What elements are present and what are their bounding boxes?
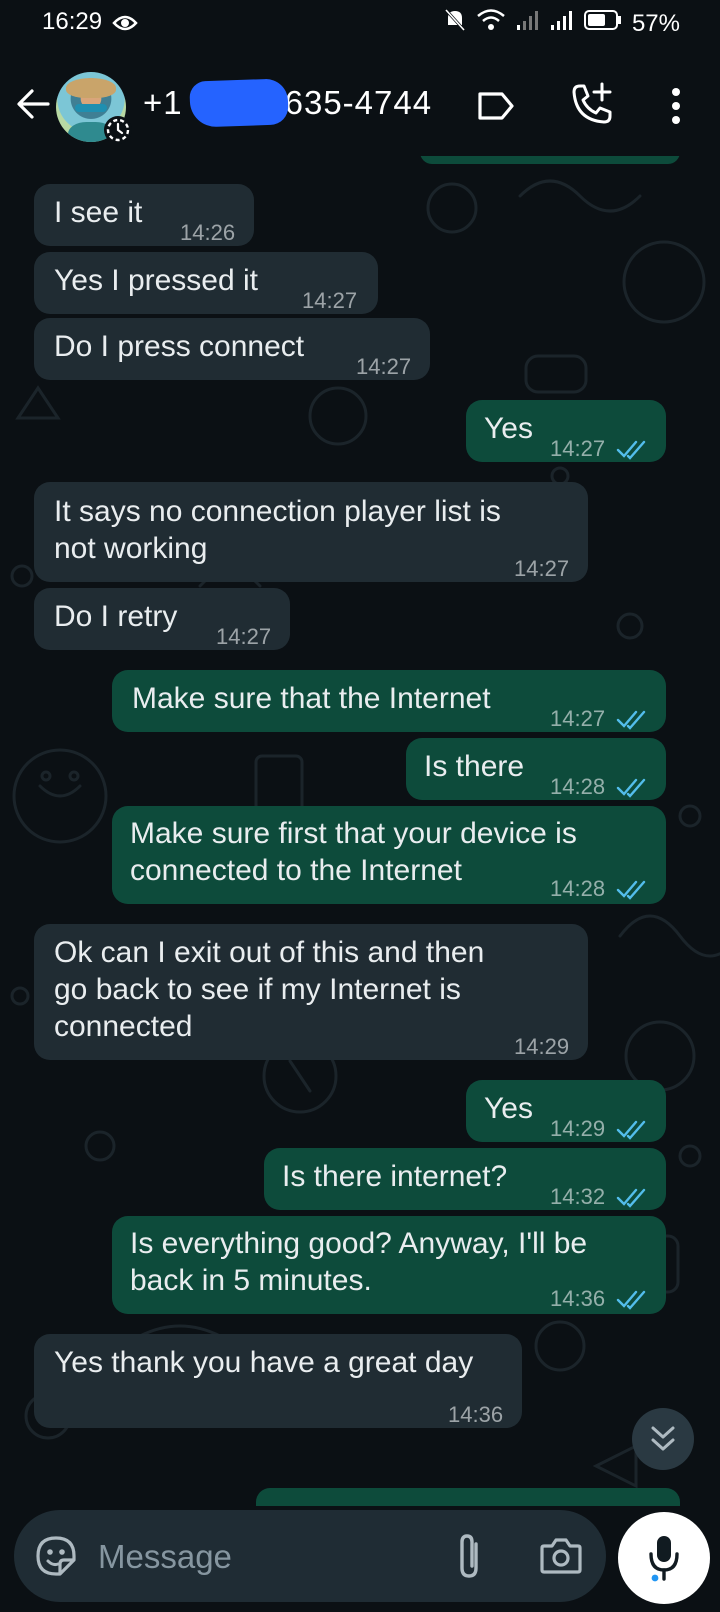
avatar-hat — [66, 78, 116, 98]
contact-number-suffix: 635-4744 — [284, 84, 433, 121]
message-time: 14:27 — [550, 706, 606, 731]
wifi-icon — [476, 9, 506, 38]
message-bubble-outgoing[interactable]: Yes 14:29 — [466, 1080, 666, 1142]
message-bubble-outgoing[interactable]: Make sure first that your device is conn… — [112, 806, 666, 904]
sticker-icon[interactable] — [34, 1534, 78, 1578]
message-text: Do I press connect — [54, 330, 305, 363]
signal-strong-icon — [550, 9, 574, 38]
message-time: 14:28 — [550, 774, 606, 799]
message-composer — [14, 1510, 606, 1602]
message-time: 14:27 — [356, 354, 412, 379]
message-text: Do I retry — [54, 600, 178, 633]
whatsapp-chat-screen: 16:29 57% +1 635-4744 I see it 14:26 Yes… — [0, 0, 720, 1612]
scroll-to-bottom-button[interactable] — [632, 1408, 694, 1470]
status-icons: 57% — [444, 8, 680, 39]
battery-icon — [583, 9, 622, 38]
message-text: Is there — [424, 750, 525, 783]
message-bubble-outgoing[interactable]: Yes 14:27 — [466, 400, 666, 462]
message-bubble-incoming[interactable]: Ok can I exit out of this and then go ba… — [34, 924, 588, 1060]
message-bubble-outgoing[interactable]: Make sure that the Internet 14:27 — [112, 670, 666, 732]
message-text: Yes thank you have a great day — [54, 1346, 474, 1379]
contact-number-prefix: +1 — [143, 84, 183, 121]
battery-percent: 57% — [631, 9, 680, 37]
message-bubble-incoming[interactable]: It says no connection player list is not… — [34, 482, 588, 582]
double-check-icon — [616, 432, 648, 460]
message-bubble-incoming[interactable]: Yes thank you have a great day 14:36 — [34, 1334, 522, 1428]
message-bubble-outgoing[interactable]: Is there 14:28 — [406, 738, 666, 800]
double-check-icon — [616, 770, 648, 798]
message-time: 14:26 — [180, 220, 236, 245]
double-check-icon — [616, 872, 648, 900]
message-time: 14:27 — [514, 556, 570, 581]
message-text: Yes — [484, 1092, 533, 1125]
message-time: 14:27 — [216, 624, 272, 649]
label-icon[interactable] — [476, 88, 516, 124]
mic-icon — [646, 1532, 682, 1584]
double-chevron-down-icon — [647, 1422, 679, 1461]
message-time: 14:32 — [550, 1184, 606, 1209]
message-bubble-incoming[interactable]: Do I press connect 14:27 — [34, 318, 430, 380]
message-time: 14:27 — [550, 436, 606, 461]
partial-outgoing-bubble-bottom — [256, 1488, 680, 1506]
message-time: 14:29 — [514, 1034, 570, 1059]
message-text: Make sure that the Internet — [132, 682, 491, 715]
double-check-icon — [616, 1112, 648, 1140]
message-time: 14:36 — [550, 1286, 606, 1311]
avatar-glasses — [75, 104, 107, 112]
redaction-mark — [189, 78, 289, 128]
message-bubble-incoming[interactable]: I see it 14:26 — [34, 184, 254, 246]
message-text: It says no connection player list is not… — [54, 495, 501, 565]
timer-icon — [104, 116, 132, 144]
eye-icon — [112, 12, 138, 40]
arrow-left-icon[interactable] — [14, 84, 54, 124]
message-input[interactable] — [96, 1532, 420, 1582]
message-time: 14:27 — [302, 288, 358, 313]
message-text: Make sure first that your device is conn… — [130, 817, 577, 887]
message-text: Ok can I exit out of this and then go ba… — [54, 936, 485, 1043]
message-bubble-outgoing[interactable]: Is there internet? 14:32 — [264, 1148, 666, 1210]
message-time: 14:36 — [448, 1402, 504, 1427]
message-bubble-incoming[interactable]: Do I retry 14:27 — [34, 588, 290, 650]
status-bar: 16:29 57% — [0, 0, 720, 50]
message-bubble-incoming[interactable]: Yes I pressed it 14:27 — [34, 252, 378, 314]
double-check-icon — [616, 1180, 648, 1208]
double-check-icon — [616, 1282, 648, 1310]
paperclip-icon[interactable] — [454, 1530, 484, 1582]
message-text: Is there internet? — [282, 1160, 508, 1193]
message-text: Yes — [484, 412, 533, 445]
camera-icon[interactable] — [538, 1534, 584, 1578]
message-text: Is everything good? Anyway, I'll be back… — [130, 1227, 588, 1297]
message-text: Yes I pressed it — [54, 264, 259, 297]
message-text: I see it — [54, 196, 143, 229]
voice-message-button[interactable] — [618, 1512, 710, 1604]
message-time: 14:28 — [550, 876, 606, 901]
add-call-icon[interactable] — [568, 82, 614, 128]
message-bubble-outgoing[interactable]: Is everything good? Anyway, I'll be back… — [112, 1216, 666, 1314]
chat-header: +1 635-4744 — [0, 50, 720, 156]
more-vert-icon[interactable] — [658, 84, 694, 128]
message-time: 14:29 — [550, 1116, 606, 1141]
mute-bell-icon — [444, 8, 466, 39]
double-check-icon — [616, 702, 648, 730]
status-time: 16:29 — [42, 8, 103, 35]
signal-weak-icon — [516, 9, 540, 38]
